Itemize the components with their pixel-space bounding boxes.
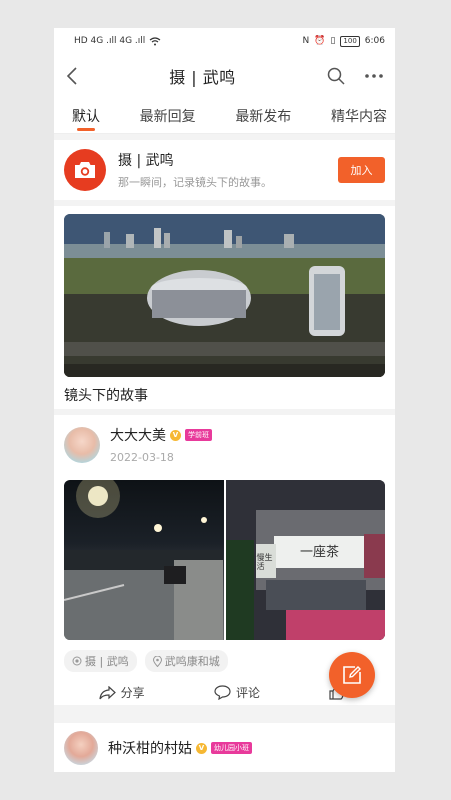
- group-icon: [72, 656, 82, 666]
- compose-fab[interactable]: [329, 652, 375, 698]
- group-description: 那一瞬间，记录镜头下的故事。: [118, 176, 272, 189]
- join-button[interactable]: 加入: [338, 157, 385, 183]
- shop-sign-side: 慢生活: [256, 553, 273, 571]
- vibrate-icon: ▯: [330, 36, 336, 46]
- post-card-2[interactable]: 种沃柑的村姑 V 幼儿园小班: [54, 723, 395, 772]
- status-bar: HD 4G .ıll 4G .ıll N ⏰ ▯ 100 6:06: [54, 28, 395, 54]
- comment-icon: [214, 685, 231, 700]
- comment-label: 评论: [235, 686, 260, 700]
- group-name: 摄 | 武鸣: [118, 153, 174, 169]
- post-photo-2[interactable]: 一座茶 慢生活: [225, 480, 385, 640]
- more-icon[interactable]: [365, 74, 383, 78]
- post-username[interactable]: 大大大美: [110, 425, 166, 445]
- shop-sign: 一座茶: [299, 545, 339, 560]
- avatar-2[interactable]: [64, 731, 98, 765]
- group-avatar: [64, 149, 106, 191]
- tag-location[interactable]: 武鸣康和城: [144, 650, 228, 672]
- status-right: N ⏰ ▯ 100 6:06: [302, 35, 385, 47]
- signal-text: HD 4G .ıll 4G .ıll: [74, 36, 146, 46]
- post-date: 2022-03-18: [110, 451, 174, 464]
- phone-screen: HD 4G .ıll 4G .ıll N ⏰ ▯ 100 6:06 摄 | 武鸣: [54, 28, 395, 772]
- level-tag-2: 幼儿园小班: [211, 742, 252, 754]
- wifi-icon: [149, 36, 161, 45]
- clock: 6:06: [364, 36, 385, 46]
- banner-card[interactable]: 镜头下的故事: [54, 206, 395, 409]
- edit-icon: [343, 666, 361, 684]
- tab-default[interactable]: 默认: [72, 98, 100, 133]
- signal-indicators: HD 4G .ıll 4G .ıll: [74, 36, 161, 46]
- share-button[interactable]: 分享: [99, 684, 145, 701]
- share-label: 分享: [120, 686, 145, 700]
- group-card[interactable]: 摄 | 武鸣 那一瞬间，记录镜头下的故事。 加入: [54, 140, 395, 200]
- banner-scene: [64, 214, 385, 377]
- share-icon: [99, 685, 116, 699]
- search-icon[interactable]: [327, 67, 345, 85]
- vip-badge-icon: V: [170, 429, 181, 441]
- post-username-2[interactable]: 种沃柑的村姑: [108, 738, 192, 758]
- alarm-icon: ⏰: [314, 36, 326, 46]
- tab-featured[interactable]: 精华内容: [331, 98, 387, 133]
- tag-group[interactable]: 摄 | 武鸣: [64, 650, 137, 672]
- nfc-icon: N: [302, 36, 310, 46]
- location-icon: [152, 655, 162, 667]
- tab-bar: 默认 最新回复 最新发布 精华内容: [54, 98, 395, 134]
- post-photo-1[interactable]: [64, 480, 224, 640]
- camera-icon: [75, 162, 95, 178]
- tab-latest-post[interactable]: 最新发布: [235, 98, 291, 133]
- banner-caption: 镜头下的故事: [64, 388, 148, 404]
- top-navbar: 摄 | 武鸣: [54, 54, 395, 98]
- banner-image[interactable]: [64, 214, 385, 377]
- vip-badge-icon-2: V: [196, 742, 207, 754]
- night-street-scene: [64, 480, 223, 640]
- level-tag: 学前班: [185, 429, 212, 441]
- comment-button[interactable]: 评论: [214, 684, 260, 701]
- post-photos: 一座茶 慢生活: [64, 480, 385, 640]
- shop-front-scene: [225, 480, 385, 640]
- tab-latest-reply[interactable]: 最新回复: [140, 98, 196, 133]
- avatar[interactable]: [64, 426, 100, 463]
- back-icon[interactable]: [66, 67, 78, 85]
- battery-indicator: 100: [340, 35, 360, 47]
- page-title: 摄 | 武鸣: [169, 68, 236, 87]
- tag-location-label: 武鸣康和城: [164, 655, 220, 668]
- tag-group-label: 摄 | 武鸣: [85, 655, 129, 668]
